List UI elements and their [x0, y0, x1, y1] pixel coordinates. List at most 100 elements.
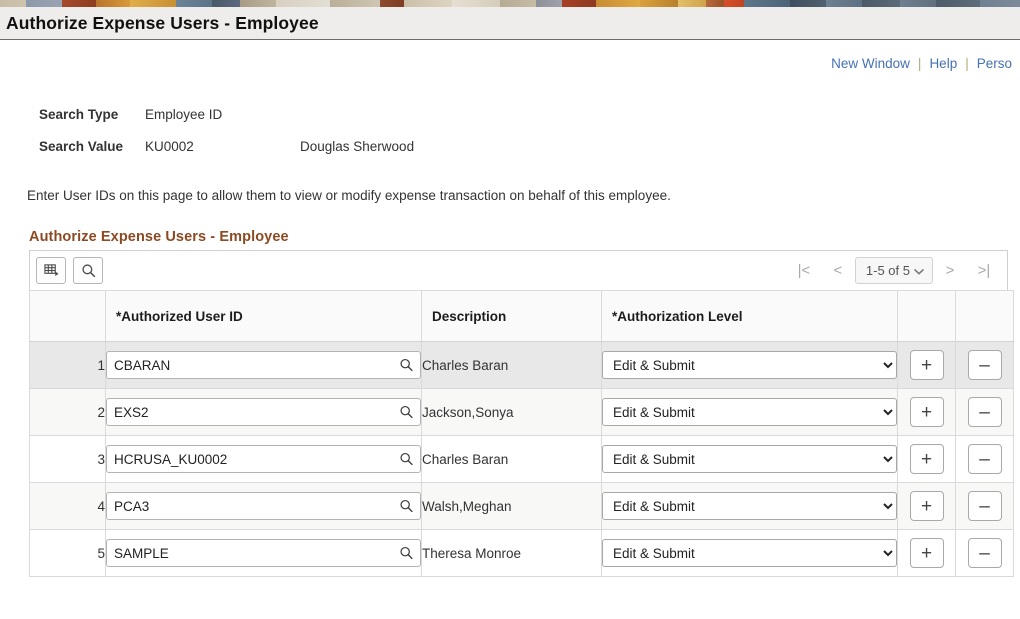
table-row: 5Theresa MonroeEdit & SubmitEditView+–: [30, 530, 1014, 577]
authorized-user-id-input[interactable]: [106, 398, 421, 426]
authorization-level-select[interactable]: Edit & SubmitEditView: [602, 492, 897, 520]
lookup-magnifier-icon[interactable]: [399, 405, 414, 420]
search-value-value: KU0002: [145, 139, 300, 154]
search-type-label: Search Type: [39, 107, 145, 122]
grid-pager: |< < 1-5 of 5 > >|: [787, 257, 1001, 284]
remove-row-cell: –: [956, 530, 1014, 577]
authorized-user-id-cell: [106, 342, 422, 389]
lookup-magnifier-icon[interactable]: [399, 452, 414, 467]
add-row-button[interactable]: +: [910, 538, 944, 568]
authorized-user-id-input[interactable]: [106, 445, 421, 473]
authorized-user-id-input[interactable]: [106, 539, 421, 567]
authorized-users-table: *Authorized User ID Description *Authori…: [29, 290, 1014, 577]
pager-next-button[interactable]: >: [933, 258, 967, 284]
pager-row-count-dropdown[interactable]: 1-5 of 5: [855, 257, 933, 284]
column-header-row-number: [30, 291, 106, 342]
personalize-page-link[interactable]: Perso: [969, 56, 1020, 71]
plus-icon: +: [921, 356, 932, 375]
authorized-user-id-cell: [106, 436, 422, 483]
table-row: 2 Jackson,SonyaEdit & SubmitEditView + –: [30, 389, 1014, 436]
add-row-button[interactable]: +: [910, 491, 944, 521]
authorized-users-grid-section: Authorize Expense Users - Employee |< <: [0, 229, 1020, 577]
top-banner-image: [0, 0, 1020, 7]
add-row-button[interactable]: +: [910, 350, 944, 380]
plus-icon: +: [921, 544, 932, 563]
employee-name-value: Douglas Sherwood: [300, 139, 414, 154]
add-row-cell: +: [898, 483, 956, 530]
minus-icon: –: [979, 403, 990, 422]
page-title: Authorize Expense Users - Employee: [6, 13, 319, 34]
remove-row-button[interactable]: –: [968, 444, 1002, 474]
add-row-cell: +: [898, 530, 956, 577]
help-link[interactable]: Help: [921, 56, 965, 71]
search-icon[interactable]: [73, 257, 103, 284]
description-cell: Theresa Monroe: [422, 530, 602, 577]
authorized-user-id-input[interactable]: [106, 492, 421, 520]
authorization-level-cell: Edit & SubmitEditView: [602, 389, 898, 436]
lookup-magnifier-icon[interactable]: [399, 546, 414, 561]
authorization-level-cell: Edit & SubmitEditView: [602, 483, 898, 530]
remove-row-cell: –: [956, 483, 1014, 530]
grid-personalize-icon[interactable]: [36, 257, 66, 284]
minus-icon: –: [979, 497, 990, 516]
lookup-magnifier-icon[interactable]: [399, 499, 414, 514]
plus-icon: +: [921, 403, 932, 422]
row-number: 4: [30, 483, 106, 530]
table-body: 1Charles BaranEdit & SubmitEditView+–2Ja…: [30, 342, 1014, 577]
column-header-description: Description: [422, 291, 602, 342]
pager-first-button[interactable]: |<: [787, 258, 821, 284]
pager-prev-button[interactable]: <: [821, 258, 855, 284]
lookup-magnifier-icon[interactable]: [399, 358, 414, 373]
column-header-authorization-level: *Authorization Level: [602, 291, 898, 342]
grid-toolbar: |< < 1-5 of 5 > >|: [29, 250, 1008, 290]
authorized-user-id-input[interactable]: [106, 351, 421, 379]
minus-icon: –: [979, 356, 990, 375]
add-row-cell: +: [898, 389, 956, 436]
authorization-level-cell: Edit & SubmitEditView: [602, 436, 898, 483]
table-row: 3 Charles BaranEdit & SubmitEditView + –: [30, 436, 1014, 483]
lookup-wrapper: [106, 351, 421, 379]
authorization-level-select[interactable]: Edit & SubmitEditView: [602, 445, 897, 473]
remove-row-button[interactable]: –: [968, 350, 1002, 380]
plus-icon: +: [921, 450, 932, 469]
description-cell: Jackson,Sonya: [422, 389, 602, 436]
chevron-down-icon: [914, 263, 924, 278]
authorization-level-select[interactable]: Edit & SubmitEditView: [602, 351, 897, 379]
description-cell: Charles Baran: [422, 342, 602, 389]
remove-row-cell: –: [956, 342, 1014, 389]
page-title-bar: Authorize Expense Users - Employee: [0, 7, 1020, 40]
authorization-level-cell: Edit & SubmitEditView: [602, 530, 898, 577]
authorized-user-id-cell: [106, 389, 422, 436]
search-criteria-block: Search Type Employee ID Search Value KU0…: [0, 107, 1020, 171]
lookup-wrapper: [106, 445, 421, 473]
plus-icon: +: [921, 497, 932, 516]
add-row-button[interactable]: +: [910, 397, 944, 427]
lookup-wrapper: [106, 492, 421, 520]
authorization-level-select[interactable]: Edit & SubmitEditView: [602, 398, 897, 426]
authorized-user-id-cell: [106, 483, 422, 530]
remove-row-button[interactable]: –: [968, 491, 1002, 521]
remove-row-button[interactable]: –: [968, 397, 1002, 427]
column-header-add: [898, 291, 956, 342]
description-cell: Charles Baran: [422, 436, 602, 483]
column-header-remove: [956, 291, 1014, 342]
search-value-row: Search Value KU0002 Douglas Sherwood: [39, 139, 1020, 171]
add-row-cell: +: [898, 342, 956, 389]
table-row: 4Walsh,MeghanEdit & SubmitEditView+–: [30, 483, 1014, 530]
search-type-row: Search Type Employee ID: [39, 107, 1020, 139]
instruction-text: Enter User IDs on this page to allow the…: [0, 188, 1020, 203]
new-window-link[interactable]: New Window: [823, 56, 918, 71]
add-row-button[interactable]: +: [910, 444, 944, 474]
row-number: 3: [30, 436, 106, 483]
row-number: 2: [30, 389, 106, 436]
authorization-level-select[interactable]: Edit & SubmitEditView: [602, 539, 897, 567]
pager-last-button[interactable]: >|: [967, 258, 1001, 284]
minus-icon: –: [979, 450, 990, 469]
remove-row-button[interactable]: –: [968, 538, 1002, 568]
minus-icon: –: [979, 544, 990, 563]
utility-links-bar: New Window | Help | Perso: [0, 40, 1020, 76]
add-row-cell: +: [898, 436, 956, 483]
column-header-authorized-user-id: *Authorized User ID: [106, 291, 422, 342]
row-number: 1: [30, 342, 106, 389]
table-header-row: *Authorized User ID Description *Authori…: [30, 291, 1014, 342]
